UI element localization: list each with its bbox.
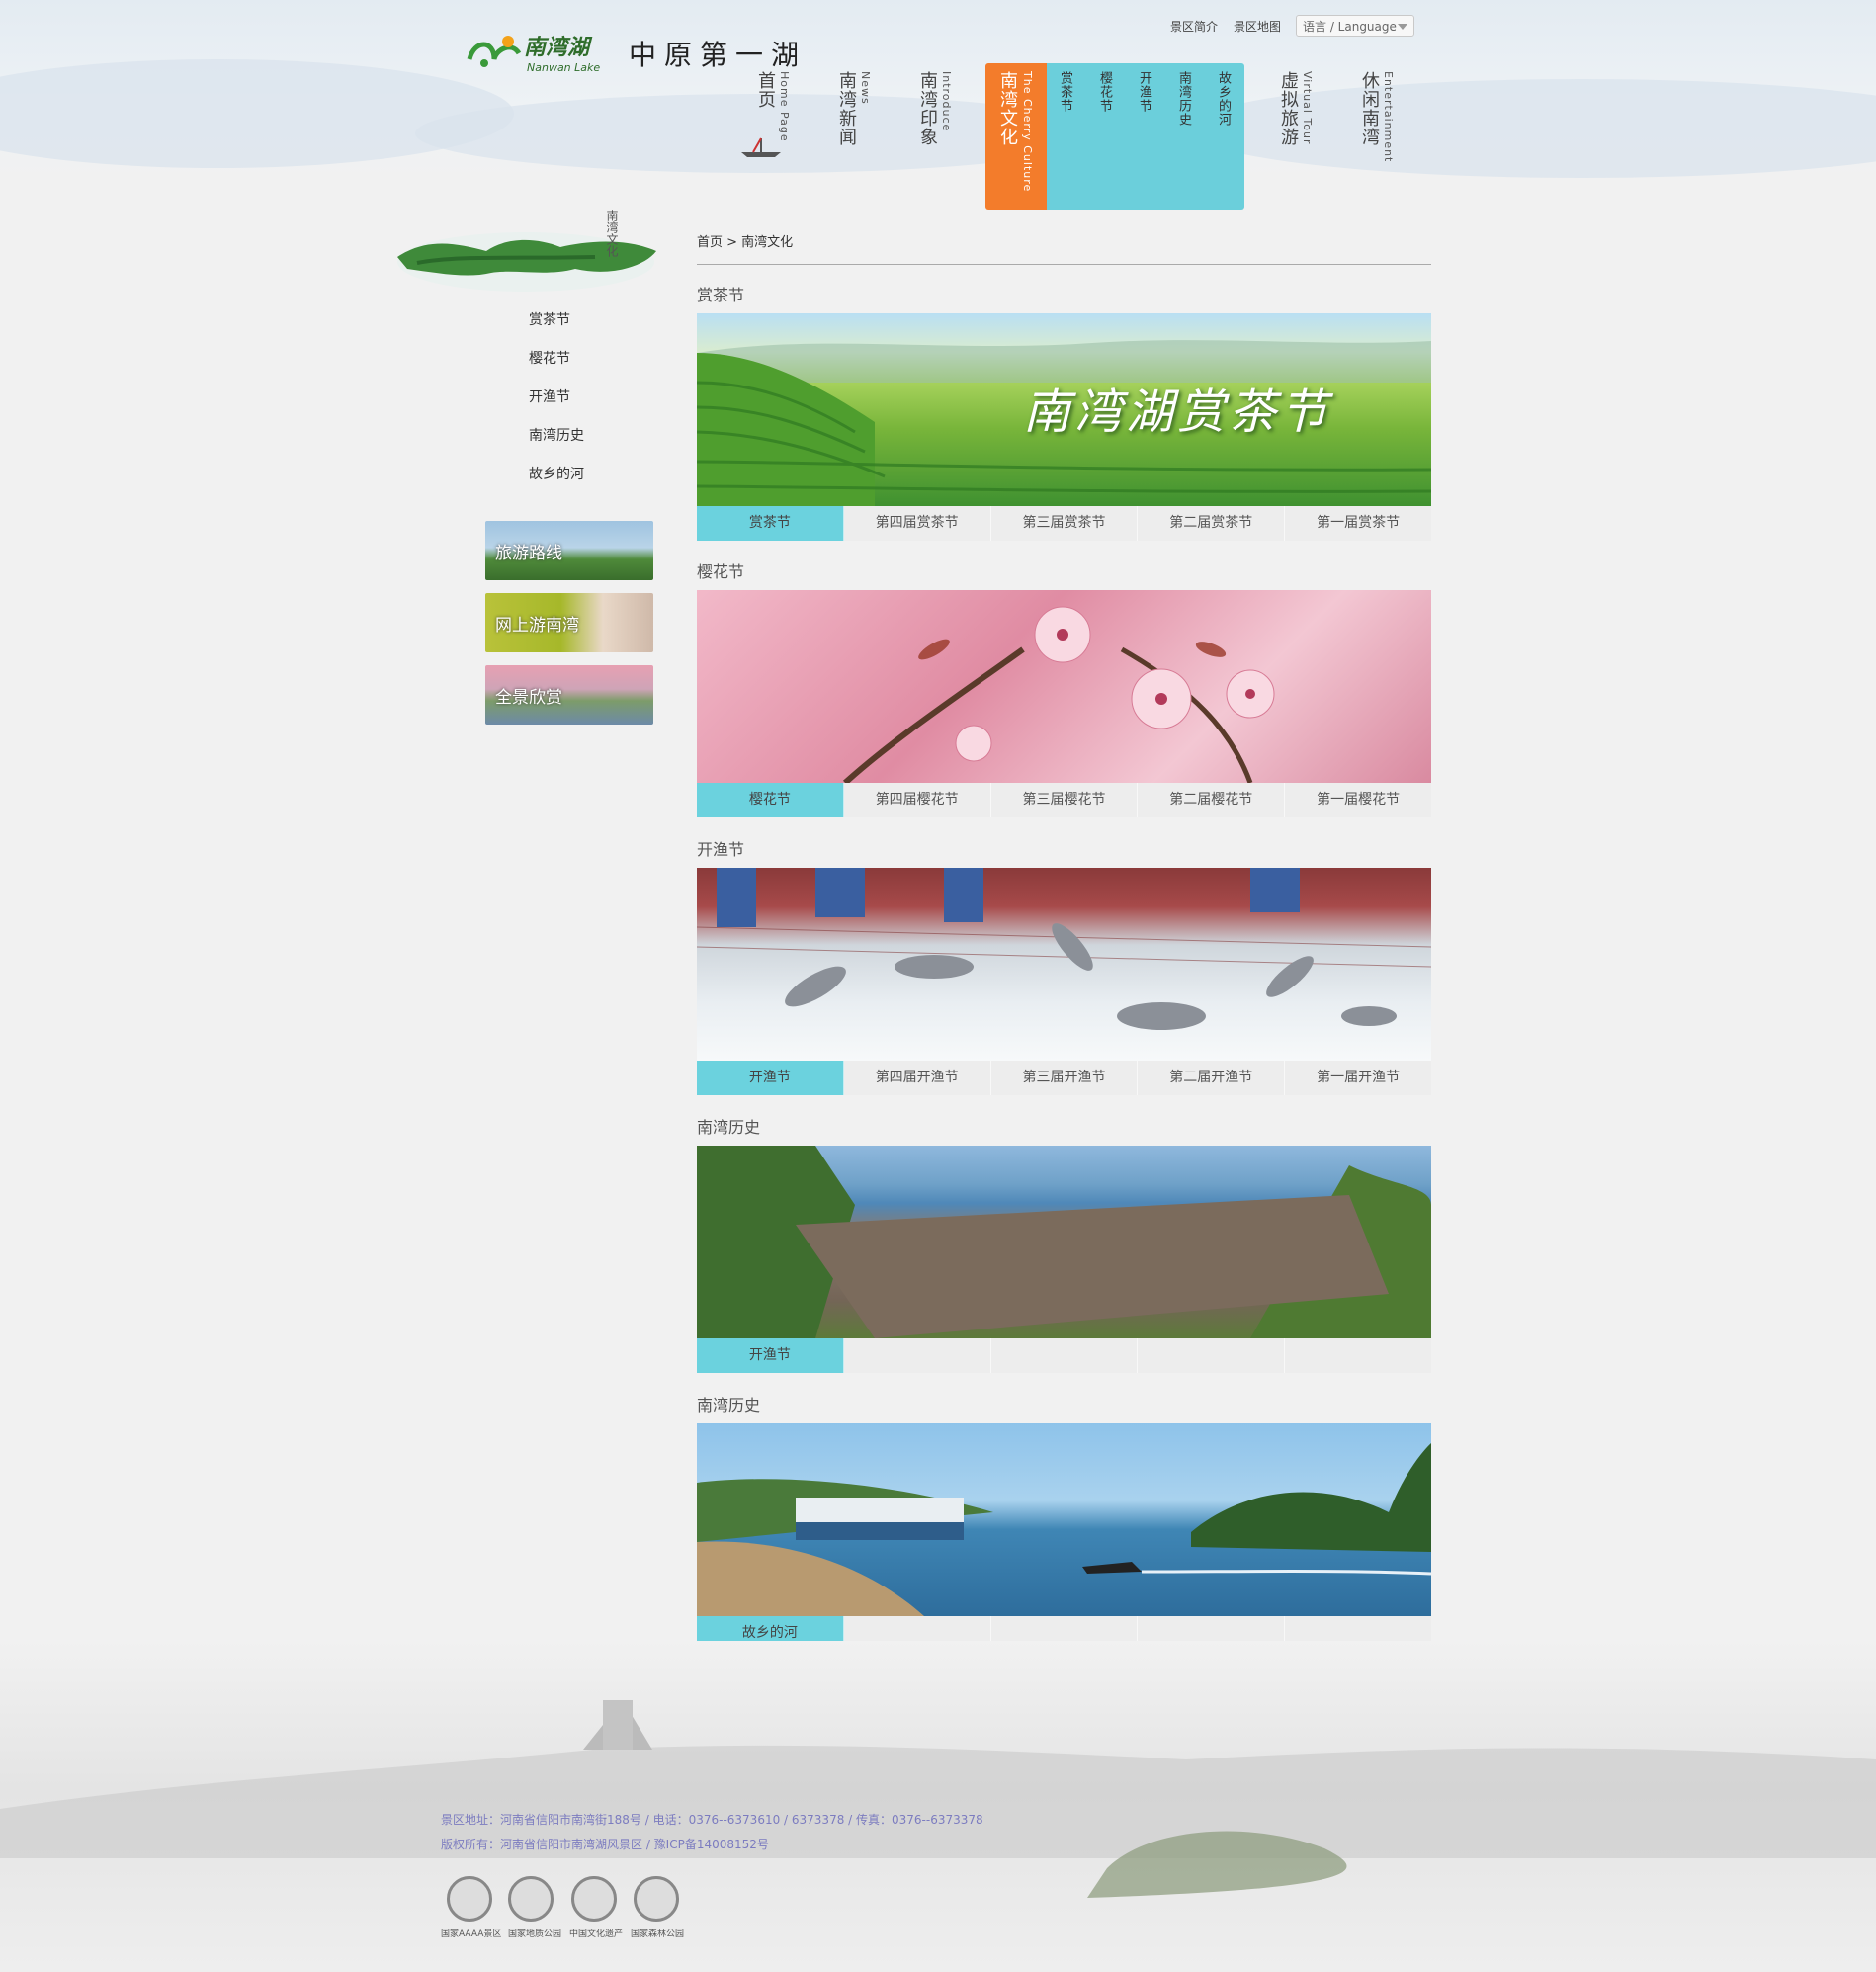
geopark-badge-icon (508, 1876, 554, 1922)
submenu-item-history[interactable]: 南湾历史 (1176, 71, 1191, 127)
tab-dam-1[interactable] (844, 1338, 991, 1373)
nav-news-cn: 南湾新闻 (836, 71, 857, 146)
nav-home[interactable]: 首页 Home Page (755, 71, 823, 142)
tab-dam-2[interactable] (991, 1338, 1139, 1373)
nav-virtual-tour-cn: 虚拟旅游 (1278, 71, 1299, 146)
promo-panorama-label: 全景欣赏 (495, 688, 562, 708)
tab-fishing-3[interactable]: 第二届开渔节 (1138, 1061, 1286, 1095)
section-title: 开渔节 (697, 840, 745, 859)
section-title: 赏茶节 (697, 286, 745, 304)
top-link-map[interactable]: 景区地图 (1234, 18, 1281, 35)
sidebar-image-caption: 南湾文化 (605, 210, 619, 257)
nav-news-en: News (859, 71, 872, 105)
section-title: 南湾历史 (697, 1118, 761, 1137)
nav-home-cn: 首页 (755, 71, 776, 109)
slogan: 中原第一湖 (629, 39, 808, 71)
section-title: 樱花节 (697, 562, 745, 581)
tabbar-dam: 开渔节 (697, 1338, 1431, 1373)
banner-fishing[interactable] (697, 868, 1431, 1061)
logo-text[interactable]: 南湾湖 (524, 30, 589, 61)
nav-culture[interactable]: 南湾文化 The Cherry Culture (985, 63, 1047, 210)
footer-address: 景区地址：河南省信阳市南湾街188号 / 电话：0376--6373610 / … (441, 1813, 983, 1827)
badge-label: 国家AAAA景区 (441, 1929, 502, 1939)
nav-home-en: Home Page (778, 71, 791, 142)
promo-tour-route[interactable]: 旅游路线 (485, 521, 653, 580)
tab-cherry-2[interactable]: 第三届樱花节 (991, 783, 1139, 817)
nav-submenu: 赏茶节 樱花节 开渔节 南湾历史 故乡的河 (1047, 63, 1244, 210)
banner-river[interactable] (697, 1423, 1431, 1616)
section-title: 南湾历史 (697, 1396, 761, 1415)
nav-virtual-tour-en: Virtual Tour (1301, 71, 1314, 145)
tabbar-cherry: 樱花节 第四届樱花节 第三届樱花节 第二届樱花节 第一届樱花节 (697, 783, 1431, 817)
tab-fishing-2[interactable]: 第三届开渔节 (991, 1061, 1139, 1095)
banner-cherry[interactable] (697, 590, 1431, 783)
aaaa-badge-icon (447, 1876, 492, 1922)
nav-introduce-cn: 南湾印象 (917, 71, 938, 146)
sidebar-link-tea[interactable]: 赏茶节 (529, 309, 570, 329)
submenu-item-river[interactable]: 故乡的河 (1216, 71, 1231, 127)
footer-copyright: 版权所有：河南省信阳市南湾湖风景区 / 豫ICP备14008152号 (441, 1838, 769, 1851)
submenu-item-fishing[interactable]: 开渔节 (1137, 71, 1151, 113)
sidebar-lake-image (397, 232, 656, 292)
logo-icon[interactable] (465, 30, 524, 73)
tab-fishing-1[interactable]: 第四届开渔节 (844, 1061, 991, 1095)
breadcrumb[interactable]: 首页 > 南湾文化 (697, 231, 793, 250)
tab-cherry-0[interactable]: 樱花节 (697, 783, 844, 817)
tab-tea-3[interactable]: 第二届赏茶节 (1138, 506, 1286, 541)
forest-park-badge-icon (634, 1876, 679, 1922)
badge-label: 中国文化遗产 (569, 1929, 624, 1939)
tab-dam-0[interactable]: 开渔节 (697, 1338, 844, 1373)
promo-online-tour[interactable]: 网上游南湾 (485, 593, 653, 652)
tab-fishing-0[interactable]: 开渔节 (697, 1061, 844, 1095)
tab-dam-3[interactable] (1138, 1338, 1286, 1373)
promo-online-tour-label: 网上游南湾 (495, 616, 579, 636)
language-label: 语言 / Language (1303, 20, 1397, 34)
tab-tea-4[interactable]: 第一届赏茶节 (1285, 506, 1431, 541)
tabbar-fishing: 开渔节 第四届开渔节 第三届开渔节 第二届开渔节 第一届开渔节 (697, 1061, 1431, 1095)
tab-cherry-3[interactable]: 第二届樱花节 (1138, 783, 1286, 817)
promo-panorama[interactable]: 全景欣赏 (485, 665, 653, 725)
banner-dam[interactable] (697, 1146, 1431, 1338)
nav-entertainment-en: Entertainment (1382, 71, 1395, 163)
nav-introduce-en: Introduce (940, 71, 953, 132)
nav-entertainment-cn: 休闲南湾 (1359, 71, 1380, 146)
divider (697, 264, 1431, 265)
banner-tea-title: 南湾湖赏茶节 (1023, 385, 1332, 440)
tab-tea-2[interactable]: 第三届赏茶节 (991, 506, 1139, 541)
sidebar-link-fishing[interactable]: 开渔节 (529, 386, 570, 406)
promo-tour-route-label: 旅游路线 (495, 544, 562, 563)
tab-tea-1[interactable]: 第四届赏茶节 (844, 506, 991, 541)
chevron-down-icon (1398, 24, 1407, 30)
sidebar-link-cherry[interactable]: 樱花节 (529, 348, 570, 368)
tab-tea-0[interactable]: 赏茶节 (697, 506, 844, 541)
nav-culture-en: The Cherry Culture (1021, 71, 1034, 193)
tab-dam-4[interactable] (1285, 1338, 1431, 1373)
badge-label: 国家地质公园 (508, 1929, 562, 1939)
submenu-item-cherry[interactable]: 樱花节 (1097, 71, 1112, 113)
banner-tea[interactable]: 南湾湖赏茶节 (697, 313, 1431, 506)
heritage-badge-icon (571, 1876, 617, 1922)
logo-subtitle: Nanwan Lake (527, 61, 601, 74)
nav-entertainment[interactable]: 休闲南湾 Entertainment (1359, 71, 1454, 162)
tab-cherry-1[interactable]: 第四届樱花节 (844, 783, 991, 817)
tab-cherry-4[interactable]: 第一届樱花节 (1285, 783, 1431, 817)
language-select[interactable]: 语言 / Language (1296, 15, 1414, 37)
nav-culture-cn: 南湾文化 (997, 71, 1018, 146)
sidebar-link-river[interactable]: 故乡的河 (529, 464, 584, 483)
badge-label: 国家森林公园 (631, 1929, 685, 1939)
top-link-intro[interactable]: 景区简介 (1170, 18, 1218, 35)
footer-background (0, 1641, 1876, 1972)
sidebar-link-history[interactable]: 南湾历史 (529, 425, 584, 445)
tabbar-tea: 赏茶节 第四届赏茶节 第三届赏茶节 第二届赏茶节 第一届赏茶节 (697, 506, 1431, 541)
boat-icon (741, 137, 781, 157)
submenu-item-tea[interactable]: 赏茶节 (1058, 71, 1072, 113)
tab-fishing-4[interactable]: 第一届开渔节 (1285, 1061, 1431, 1095)
